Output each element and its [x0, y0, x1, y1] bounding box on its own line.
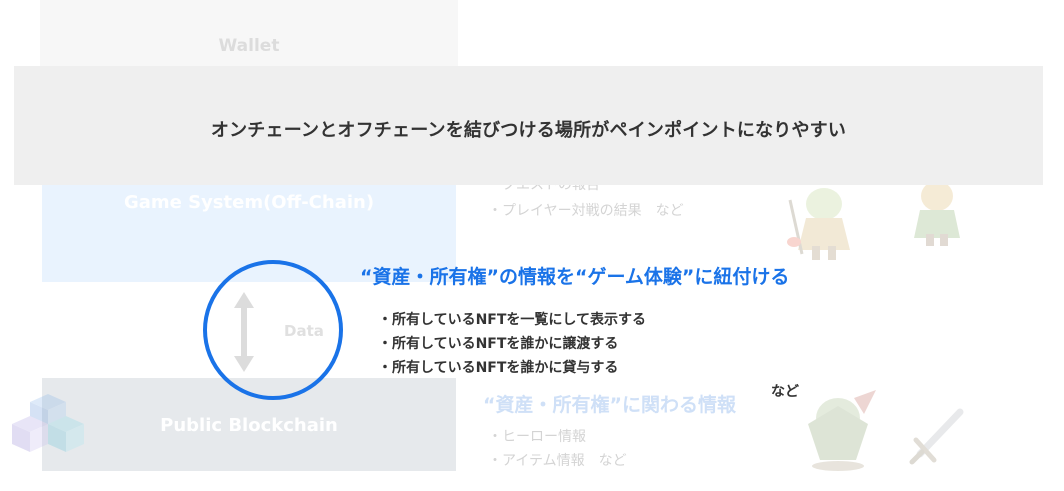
pain-point-text: オンチェーンとオフチェーンを結びつける場所がペインポイントになりやすい: [210, 120, 847, 141]
game-system-item: ・プレイヤー対戦の結果 など: [488, 203, 684, 219]
highlight-circle: [203, 260, 343, 400]
highlight-point: ・所有しているNFTを誰かに貸与する: [378, 360, 619, 376]
sword-icon: [909, 408, 964, 465]
public-blockchain-heading: “資産・所有権”に関わる情報: [483, 394, 736, 416]
monster-character-icon: [808, 390, 876, 471]
blockchain-cubes-icon: [12, 394, 84, 452]
wallet-label: Wallet: [218, 36, 280, 56]
highlight-points: ・所有しているNFTを一覧にして表示する ・所有しているNFTを誰かに譲渡する …: [378, 308, 646, 380]
highlight-headline: “資産・所有権”の情報を“ゲーム体験”に紐付ける: [360, 266, 790, 288]
highlight-etc: など: [771, 384, 799, 400]
public-blockchain-label: Public Blockchain: [160, 415, 338, 436]
public-blockchain-item: ・ヒーロー情報: [488, 429, 586, 445]
highlight-point: ・所有しているNFTを一覧にして表示する: [378, 312, 646, 328]
highlight-point: ・所有しているNFTを誰かに譲渡する: [378, 336, 619, 352]
hero-character-icon: [914, 181, 960, 246]
public-blockchain-item: ・アイテム情報 など: [488, 453, 627, 469]
wallet-box: [40, 0, 458, 68]
hero-character-icon: [787, 188, 850, 260]
game-system-label: Game System(Off-Chain): [123, 192, 375, 213]
